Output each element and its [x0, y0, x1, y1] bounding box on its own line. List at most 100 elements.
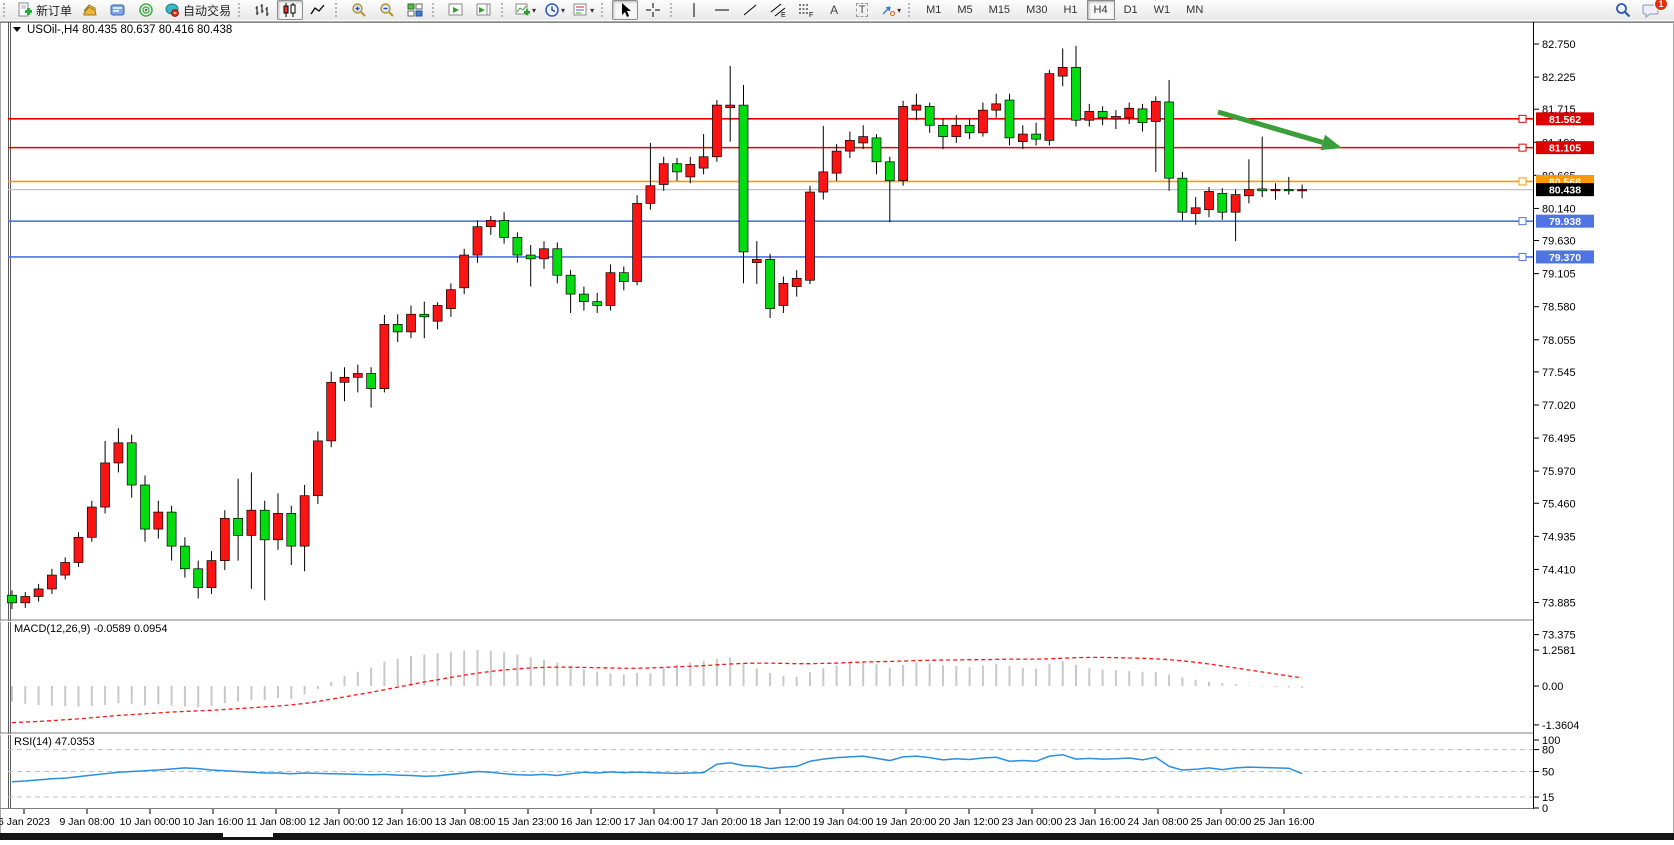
time-tick-label[interactable]: 17 Jan 04:00 [624, 816, 685, 828]
time-tick-label[interactable]: 11 Jan 08:00 [246, 816, 306, 828]
trend-arrow[interactable] [1218, 112, 1323, 142]
time-tick-label[interactable]: 10 Jan 16:00 [183, 816, 244, 828]
candle-down [367, 373, 376, 388]
symbol-dropdown-icon[interactable] [13, 27, 21, 32]
timeframe-D1[interactable]: D1 [1117, 0, 1145, 20]
time-tick-label[interactable]: 25 Jan 00:00 [1191, 816, 1252, 828]
new-order-button[interactable]: 新订单 [14, 0, 75, 20]
time-tick-label[interactable]: 19 Jan 04:00 [813, 816, 874, 828]
candle-up [952, 125, 961, 136]
cursor-button[interactable] [612, 0, 638, 20]
chart-shift-icon [476, 2, 492, 18]
time-tick-label[interactable]: 9 Jan 08:00 [60, 816, 115, 828]
macd-tick-label: 0.00 [1542, 681, 1563, 693]
level-anchor-square[interactable] [1519, 178, 1526, 185]
crosshair-button[interactable] [640, 0, 666, 20]
time-tick-label[interactable]: 24 Jan 08:00 [1128, 816, 1189, 828]
time-tick-label[interactable]: 20 Jan 12:00 [939, 816, 1000, 828]
toolbar-grip[interactable] [670, 3, 677, 17]
timeframe-H1[interactable]: H1 [1056, 0, 1084, 20]
time-tick-label[interactable]: 16 Jan 12:00 [561, 816, 622, 828]
time-tick-label[interactable]: 13 Jan 08:00 [435, 816, 496, 828]
candle-up [1125, 108, 1134, 117]
level-anchor-square[interactable] [1519, 144, 1526, 151]
time-tick-label[interactable]: 10 Jan 00:00 [120, 816, 181, 828]
candle-up [1205, 191, 1214, 209]
arrows-dropdown-caret[interactable]: ▾ [897, 6, 901, 15]
trendline-tool-button[interactable] [737, 0, 763, 20]
timeframe-W1[interactable]: W1 [1147, 0, 1178, 20]
time-tick-label[interactable]: 25 Jan 16:00 [1254, 816, 1315, 828]
candle-down [885, 162, 894, 181]
candle-down [1098, 111, 1107, 117]
fibonacci-tool-button[interactable]: F [793, 0, 819, 20]
level-anchor-square[interactable] [1519, 218, 1526, 225]
auto-trading-button[interactable]: 自动交易 [161, 0, 234, 20]
toolbar-grip[interactable] [238, 3, 245, 17]
time-tick-label[interactable]: 12 Jan 16:00 [372, 816, 433, 828]
zoom-out-button[interactable] [374, 0, 400, 20]
candle-up [1085, 111, 1094, 120]
price-tick-label: 74.410 [1542, 564, 1576, 576]
time-tick-label[interactable]: 17 Jan 20:00 [687, 816, 748, 828]
level-anchor-square[interactable] [1519, 253, 1526, 260]
equidistant-channel-tool-button[interactable]: E [765, 0, 791, 20]
vertical-line-tool-button[interactable] [681, 0, 707, 20]
periods-button[interactable]: ▾ [541, 0, 568, 20]
arrows-tool-button[interactable]: ▾ [877, 0, 904, 20]
chart-window[interactable]: 82.75082.22581.71581.19080.66580.14079.6… [0, 20, 1674, 840]
trend-arrow-head[interactable] [1321, 135, 1342, 150]
templates-dropdown-caret[interactable]: ▾ [590, 6, 594, 15]
time-tick-label[interactable]: 18 Jan 12:00 [750, 816, 811, 828]
text-label-tool-button[interactable]: T [849, 0, 875, 20]
toolbar-grip[interactable] [3, 3, 10, 17]
level-anchor-square[interactable] [1519, 115, 1526, 122]
time-tick-label[interactable]: 23 Jan 16:00 [1065, 816, 1126, 828]
candlestick-chart-button[interactable] [277, 0, 303, 20]
candle-up [1244, 190, 1253, 196]
line-chart-button[interactable] [305, 0, 331, 20]
timeframe-group: M1M5M15M30H1H4D1W1MN [918, 0, 1211, 20]
chart-shift-button[interactable] [471, 0, 497, 20]
toolbar-grip[interactable] [335, 3, 342, 17]
tile-windows-button[interactable] [402, 0, 428, 20]
toolbar-grip[interactable] [501, 3, 508, 17]
toolbar-grip[interactable] [908, 3, 915, 17]
time-tick-label[interactable]: 23 Jan 00:00 [1002, 816, 1063, 828]
text-tool-button[interactable]: A [821, 0, 847, 20]
time-tick-label[interactable]: 15 Jan 23:00 [498, 816, 559, 828]
timeframe-M30[interactable]: M30 [1019, 0, 1054, 20]
timeframe-M15[interactable]: M15 [982, 0, 1017, 20]
bar-chart-button[interactable] [249, 0, 275, 20]
periods-dropdown-caret[interactable]: ▾ [561, 6, 565, 15]
candle-up [819, 172, 828, 192]
templates-button[interactable]: ▾ [570, 0, 597, 20]
timeframe-M1[interactable]: M1 [919, 0, 948, 20]
search-icon [1615, 2, 1631, 18]
market-watch-button[interactable] [105, 0, 131, 20]
signals-button[interactable] [133, 0, 159, 20]
timeframe-MN[interactable]: MN [1179, 0, 1210, 20]
indicators-button[interactable]: ▾ [512, 0, 539, 20]
candle-up [1271, 190, 1280, 191]
search-button[interactable] [1610, 0, 1636, 20]
toolbar-grip[interactable] [432, 3, 439, 17]
new-chart-button[interactable] [77, 0, 103, 20]
notifications-button[interactable]: 1 [1638, 0, 1664, 20]
zoom-in-button[interactable] [346, 0, 372, 20]
chart-canvas[interactable]: 82.75082.22581.71581.19080.66580.14079.6… [0, 20, 1674, 840]
time-tick-label[interactable]: 12 Jan 00:00 [309, 816, 370, 828]
auto-scroll-button[interactable] [443, 0, 469, 20]
horizontal-line-tool-button[interactable] [709, 0, 735, 20]
equidistant-channel-icon: E [770, 2, 786, 18]
candle-up [912, 105, 921, 110]
timeframe-M5[interactable]: M5 [950, 0, 979, 20]
time-tick-label[interactable]: 6 Jan 2023 [0, 816, 50, 828]
time-tick-label[interactable]: 19 Jan 20:00 [876, 816, 937, 828]
timeframe-H4[interactable]: H4 [1087, 0, 1115, 20]
toolbar-grip[interactable] [601, 3, 608, 17]
indicators-dropdown-caret[interactable]: ▾ [532, 6, 536, 15]
auto-trading-icon [164, 2, 180, 18]
candle-down [619, 273, 628, 282]
price-level-badge-label: 80.438 [1549, 185, 1581, 197]
